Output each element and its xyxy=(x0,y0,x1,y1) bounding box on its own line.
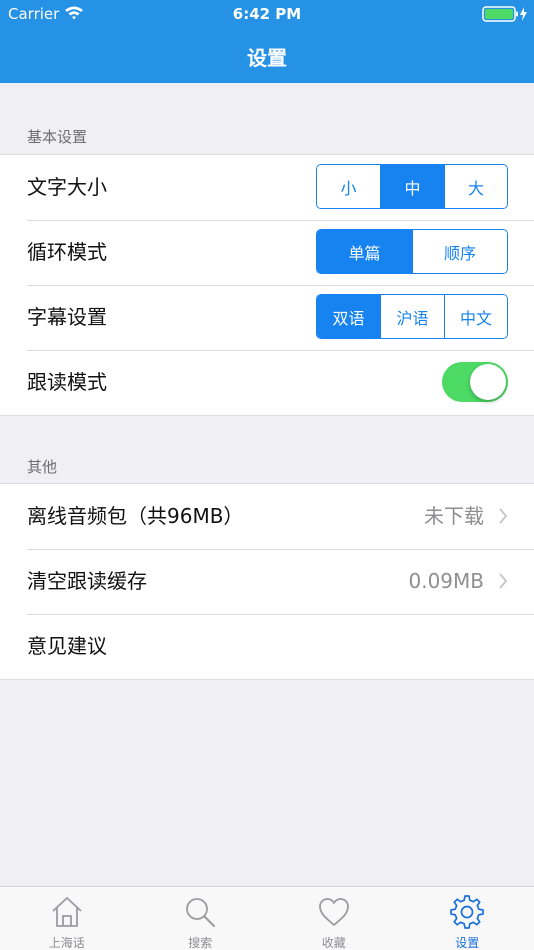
loop-mode-option-sequential[interactable]: 顺序 xyxy=(412,230,507,273)
font-size-segmented-control: 小 中 大 xyxy=(316,164,508,209)
feedback-row[interactable]: 意见建议 xyxy=(0,614,534,679)
chevron-right-icon xyxy=(499,573,508,589)
subtitle-label: 字幕设置 xyxy=(27,305,107,329)
tab-bar: 上海话 搜索 收藏 设置 xyxy=(0,886,534,950)
tab-shanghainese[interactable]: 上海话 xyxy=(0,887,134,950)
section-header-basic: 基本设置 xyxy=(27,128,88,146)
loop-mode-option-single[interactable]: 单篇 xyxy=(317,230,412,273)
chevron-right-icon xyxy=(499,508,508,524)
clear-cache-row[interactable]: 清空跟读缓存 0.09MB xyxy=(0,549,534,614)
section-header-other: 其他 xyxy=(27,458,58,476)
toggle-knob xyxy=(470,364,506,400)
tab-label: 上海话 xyxy=(48,936,85,950)
subtitle-option-chinese[interactable]: 中文 xyxy=(444,295,507,338)
loop-mode-row: 循环模式 单篇 顺序 xyxy=(0,220,534,285)
tab-label: 搜索 xyxy=(188,936,213,950)
subtitle-row: 字幕设置 双语 沪语 中文 xyxy=(0,285,534,350)
loop-mode-label: 循环模式 xyxy=(27,240,107,264)
subtitle-segmented-control: 双语 沪语 中文 xyxy=(316,294,508,339)
loop-mode-segmented-control: 单篇 顺序 xyxy=(316,229,508,274)
search-icon xyxy=(186,898,216,927)
other-settings-group: 离线音频包（共96MB） 未下载 清空跟读缓存 0.09MB 意见建议 xyxy=(0,483,534,680)
follow-read-label: 跟读模式 xyxy=(27,370,107,394)
feedback-label: 意见建议 xyxy=(27,634,107,658)
tab-label: 收藏 xyxy=(321,936,346,950)
tab-favorites[interactable]: 收藏 xyxy=(267,887,401,950)
battery-icon xyxy=(482,6,527,22)
subtitle-option-bilingual[interactable]: 双语 xyxy=(317,295,380,338)
app-header: Carrier 6:42 PM 设置 xyxy=(0,0,534,83)
offline-pack-row[interactable]: 离线音频包（共96MB） 未下载 xyxy=(0,484,534,549)
cache-size-value: 0.09MB xyxy=(408,569,484,593)
tab-search[interactable]: 搜索 xyxy=(134,887,268,950)
tab-settings[interactable]: 设置 xyxy=(401,887,534,950)
heart-icon xyxy=(318,898,349,926)
follow-read-row: 跟读模式 xyxy=(0,350,534,415)
font-size-option-large[interactable]: 大 xyxy=(444,165,507,208)
follow-read-toggle[interactable] xyxy=(442,362,508,402)
status-bar: Carrier 6:42 PM xyxy=(0,0,534,28)
offline-pack-status: 未下载 xyxy=(424,504,484,528)
clear-cache-label: 清空跟读缓存 xyxy=(27,569,147,593)
gear-icon xyxy=(450,895,485,929)
font-size-option-medium[interactable]: 中 xyxy=(380,165,444,208)
font-size-option-small[interactable]: 小 xyxy=(317,165,380,208)
tab-label: 设置 xyxy=(455,936,480,950)
basic-settings-group: 文字大小 小 中 大 循环模式 单篇 顺序 字幕设置 双语 沪语 中文 跟读模式 xyxy=(0,154,534,416)
status-time: 6:42 PM xyxy=(232,5,302,23)
font-size-label: 文字大小 xyxy=(27,175,107,199)
offline-pack-label: 离线音频包（共96MB） xyxy=(27,504,244,528)
page-title: 设置 xyxy=(247,46,287,70)
subtitle-option-shanghainese[interactable]: 沪语 xyxy=(380,295,444,338)
font-size-row: 文字大小 小 中 大 xyxy=(0,155,534,220)
home-icon xyxy=(52,897,82,927)
